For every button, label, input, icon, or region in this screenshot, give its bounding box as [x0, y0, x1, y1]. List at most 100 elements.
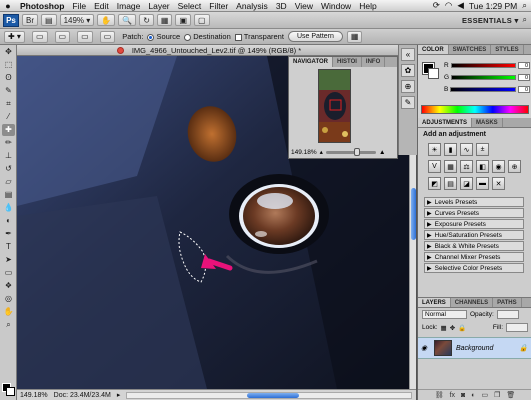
tab-color[interactable]: COLOR	[418, 45, 449, 54]
3d-camera-tool-icon[interactable]: ◎	[2, 293, 15, 305]
gradient-map-icon[interactable]: ▬	[476, 177, 489, 190]
menu-window[interactable]: Window	[317, 1, 355, 11]
menu-view[interactable]: View	[291, 1, 317, 11]
color-balance-icon[interactable]: ⚖	[460, 160, 473, 173]
menu-file[interactable]: File	[68, 1, 90, 11]
shape-tool-icon[interactable]: ▭	[2, 267, 15, 279]
document-title-bar[interactable]: IMG_4966_Untouched_Lev2.tif @ 149% (RGB/…	[17, 45, 416, 56]
horizontal-scrollbar[interactable]	[126, 391, 412, 399]
zoom-out-icon[interactable]: ▴	[320, 148, 323, 156]
pen-tool-icon[interactable]: ✒	[2, 228, 15, 240]
tab-styles[interactable]: STYLES	[491, 45, 524, 54]
tab-navigator[interactable]: NAVIGATOR	[289, 57, 334, 67]
preset-levels[interactable]: ▶ Levels Presets	[424, 197, 524, 207]
zoom-tool-icon-2[interactable]: ⌕	[2, 319, 15, 331]
tool-preset-picker[interactable]: ✚ ▾	[4, 30, 25, 43]
destination-radio[interactable]: Destination	[184, 32, 231, 41]
grid-extras-icon[interactable]: ▦	[156, 14, 173, 26]
tab-info[interactable]: INFO	[362, 57, 386, 67]
selective-color-icon[interactable]: ✕	[492, 177, 505, 190]
exposure-icon[interactable]: ±	[476, 143, 489, 156]
clone-stamp-tool-icon[interactable]: ⊥	[2, 150, 15, 162]
transparent-checkbox[interactable]: Transparent	[234, 32, 284, 41]
volume-icon[interactable]: ◀	[457, 0, 464, 11]
menu-filter[interactable]: Filter	[205, 1, 232, 11]
apple-icon[interactable]: ●	[0, 1, 16, 11]
blend-mode-dropdown[interactable]: Normal	[422, 310, 467, 319]
tab-swatches[interactable]: SWATCHES	[449, 45, 492, 54]
hue-saturation-icon[interactable]: ▦	[444, 160, 457, 173]
preset-curves[interactable]: ▶ Curves Presets	[424, 208, 524, 218]
pattern-picker-icon[interactable]: ▦	[346, 30, 363, 43]
marquee-tool-icon[interactable]: ⬚	[2, 59, 15, 71]
subtract-selection-icon[interactable]: ▭	[77, 30, 93, 43]
invert-icon[interactable]: ◩	[428, 177, 441, 190]
add-selection-icon[interactable]: ▭	[54, 30, 71, 43]
eyedropper-tool-icon[interactable]: ⁄	[2, 111, 15, 123]
search-help-icon[interactable]: ⌕	[523, 15, 527, 25]
lasso-tool-icon[interactable]: ʘ	[2, 72, 15, 84]
preset-exposure[interactable]: ▶ Exposure Presets	[424, 219, 524, 229]
tool-presets-icon[interactable]: ✎	[401, 96, 415, 109]
background-color-swatch[interactable]	[6, 387, 15, 396]
menu-select[interactable]: Select	[174, 1, 206, 11]
navigator-zoom-slider[interactable]	[325, 147, 376, 156]
menu-analysis[interactable]: Analysis	[232, 1, 272, 11]
layer-row-background[interactable]: ◉ Background 🔒	[418, 337, 531, 359]
type-tool-icon[interactable]: T	[2, 241, 15, 253]
green-channel-slider[interactable]	[451, 74, 516, 80]
status-zoom[interactable]: 149.18%	[20, 392, 48, 399]
lock-position-icon[interactable]: ✥	[450, 324, 455, 332]
link-layers-icon[interactable]: ⛓	[435, 391, 444, 399]
curves-icon[interactable]: ∿	[460, 143, 473, 156]
crop-tool-icon[interactable]: ⌗	[2, 98, 15, 110]
blur-tool-icon[interactable]: 💧	[2, 202, 15, 214]
preset-black-white[interactable]: ▶ Black & White Presets	[424, 241, 524, 251]
photo-filter-icon[interactable]: ◉	[492, 160, 505, 173]
status-doc-size[interactable]: Doc: 23.4M/23.4M	[54, 392, 111, 399]
channel-mixer-icon[interactable]: ⊕	[508, 160, 521, 173]
use-pattern-button[interactable]: Use Pattern	[287, 31, 343, 42]
blue-channel-slider[interactable]	[450, 86, 516, 92]
spotlight-search-icon[interactable]: ⌕	[522, 0, 527, 11]
new-group-icon[interactable]: ▭	[482, 391, 489, 399]
wifi-icon[interactable]: ◠	[445, 0, 452, 11]
menu-help[interactable]: Help	[355, 1, 380, 11]
preset-channel-mixer[interactable]: ▶ Channel Mixer Presets	[424, 252, 524, 262]
zoom-level-dropdown[interactable]: 149% ▾	[59, 14, 95, 26]
green-channel-value[interactable]: 0	[518, 73, 530, 81]
bridge-button[interactable]: Br	[22, 14, 38, 26]
lock-all-icon[interactable]: 🔒	[458, 324, 466, 332]
brush-tool-icon[interactable]: ✏	[2, 137, 15, 149]
new-selection-icon[interactable]: ▭	[31, 30, 48, 43]
new-layer-icon[interactable]: ❐	[494, 391, 500, 399]
workspace-switcher[interactable]: ESSENTIALS ▾	[462, 16, 519, 25]
3d-rotate-tool-icon[interactable]: ❖	[2, 280, 15, 292]
zoom-in-icon[interactable]: ▲	[379, 149, 385, 156]
dodge-tool-icon[interactable]: ◐	[2, 215, 15, 227]
horizontal-scroll-thumb[interactable]	[247, 392, 300, 398]
navigator-zoom-slider-knob[interactable]	[353, 147, 360, 156]
navigator-zoom-value[interactable]: 149.18%	[291, 149, 317, 156]
clock[interactable]: Tue 1:29 PM	[469, 1, 517, 11]
brightness-contrast-icon[interactable]: ☀	[428, 143, 441, 156]
vertical-scroll-thumb[interactable]	[411, 188, 416, 240]
posterize-icon[interactable]: ▤	[444, 177, 457, 190]
hand-tool-icon[interactable]: ✋	[97, 14, 116, 26]
levels-icon[interactable]: ▮	[444, 143, 457, 156]
visibility-eye-icon[interactable]: ◉	[421, 344, 430, 353]
blue-channel-value[interactable]: 0	[518, 85, 530, 93]
history-brush-tool-icon[interactable]: ↺	[2, 163, 15, 175]
panel-dock-toggle-icon[interactable]: «	[401, 48, 415, 61]
source-radio[interactable]: Source	[147, 32, 180, 41]
red-channel-value[interactable]: 0	[518, 61, 530, 69]
status-menu-arrow-icon[interactable]: ▸	[117, 391, 121, 399]
menu-edit[interactable]: Edit	[90, 1, 113, 11]
navigator-thumbnail[interactable]	[318, 69, 351, 143]
arrange-documents-icon[interactable]: ▣	[175, 14, 192, 26]
layer-style-icon[interactable]: fx	[450, 392, 455, 399]
clone-source-icon[interactable]: ⊕	[401, 80, 415, 93]
move-tool-icon[interactable]: ✥	[2, 46, 15, 58]
intersect-selection-icon[interactable]: ▭	[99, 30, 116, 43]
black-white-icon[interactable]: ◧	[476, 160, 489, 173]
